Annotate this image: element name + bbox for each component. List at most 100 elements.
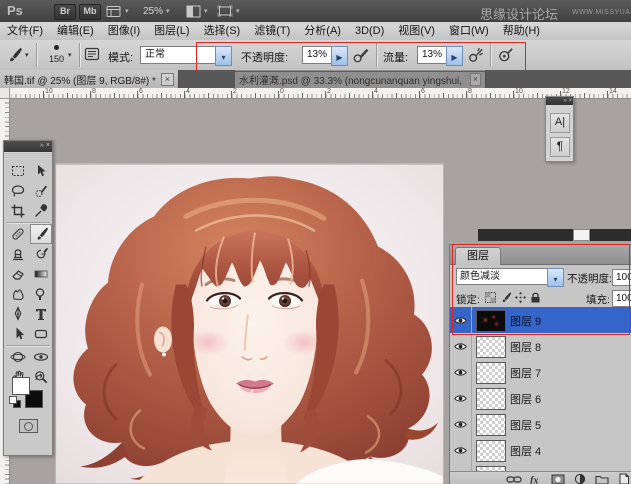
screen-mode-button[interactable]: ▾ — [217, 3, 240, 19]
quick-mask-button[interactable] — [19, 419, 38, 433]
layer-visibility-toggle[interactable] — [450, 385, 472, 411]
tab-layers[interactable]: 图层 — [455, 247, 501, 265]
tool-type[interactable] — [30, 304, 52, 324]
title-bar: Ps Br Mb ▾ 25% ▾ ▾ ▾ 思缘设计论坛 WWW.MISSYUAN… — [0, 0, 631, 23]
layer-row-图层-4[interactable]: 图层 4 — [450, 437, 631, 464]
tool-pen[interactable] — [7, 304, 29, 324]
menu-item-2[interactable]: 编辑(E) — [50, 22, 101, 40]
tool-crop[interactable] — [7, 201, 29, 221]
flow-slider-arrow[interactable]: ▶ — [446, 46, 463, 66]
group-button[interactable] — [594, 473, 610, 484]
layer-thumbnail[interactable] — [476, 388, 506, 410]
tool-eraser[interactable] — [7, 264, 29, 284]
opacity-slider-arrow[interactable]: ▶ — [331, 46, 348, 66]
brush-tool-preset-button[interactable]: ▾ — [5, 45, 33, 65]
new-layer-button[interactable] — [616, 473, 631, 484]
eye-icon — [454, 446, 467, 455]
document-tab-inactive[interactable]: 水利灌溉.psd @ 33.3% (nongcunanquan yingshui… — [235, 70, 486, 88]
menu-item-10[interactable]: 窗口(W) — [442, 22, 496, 40]
blend-mode-select[interactable]: 颜色减淡 — [456, 268, 551, 285]
layer-visibility-toggle[interactable] — [450, 307, 472, 333]
swap-colors-icon[interactable] — [34, 373, 46, 384]
layer-visibility-toggle[interactable] — [450, 437, 472, 463]
tool-history-brush[interactable] — [30, 244, 52, 264]
tool-brush[interactable] — [30, 224, 52, 244]
layer-row-图层-9[interactable]: 图层 9 — [450, 307, 631, 334]
menu-item-1[interactable]: 文件(F) — [0, 22, 50, 40]
layer-row-图层-5[interactable]: 图层 5 — [450, 411, 631, 438]
fill-label: 填充: — [586, 292, 610, 307]
layer-row-图层-6[interactable]: 图层 6 — [450, 385, 631, 412]
horizontal-ruler[interactable]: 10864202468101214 — [0, 88, 631, 99]
paragraph-panel-button[interactable]: ¶ — [550, 137, 570, 157]
watermark-site-url: WWW.MISSYUAN.COM — [572, 9, 631, 16]
layer-style-fx-button[interactable]: fx — [528, 473, 544, 484]
tool-orbit-3d[interactable] — [30, 347, 52, 367]
close-icon[interactable]: × — [161, 73, 174, 86]
gradient-icon — [33, 266, 49, 282]
menu-item-7[interactable]: 分析(A) — [297, 22, 348, 40]
menu-item-9[interactable]: 视图(V) — [391, 22, 442, 40]
document-tab-active[interactable]: 韩国.tif @ 25% (图层 9, RGB/8#) * × — [0, 70, 179, 88]
collapsed-type-panel: » × A| ¶ — [545, 96, 574, 162]
layer-thumbnail[interactable] — [476, 440, 506, 462]
close-icon[interactable]: × — [470, 73, 481, 86]
zoom-level-button[interactable]: 25% ▾ — [143, 3, 170, 19]
tool-rotate-3d[interactable] — [7, 347, 29, 367]
toolbox-panel: » × — [3, 140, 53, 456]
character-panel-button[interactable]: A| — [550, 113, 570, 133]
view-extras-button[interactable]: ▾ — [106, 3, 129, 19]
tablet-opacity-button[interactable] — [352, 46, 370, 69]
menu-item-4[interactable]: 图层(L) — [147, 22, 196, 40]
arrange-documents-button[interactable]: ▾ — [186, 3, 208, 19]
layer-thumbnail[interactable] — [476, 310, 506, 332]
layer-visibility-toggle[interactable] — [450, 359, 472, 385]
tool-healing[interactable] — [7, 224, 29, 244]
move-icon — [33, 163, 49, 179]
link-layers-button[interactable] — [506, 473, 522, 484]
launch-mobile-button[interactable]: Mb — [79, 4, 101, 20]
adjustment-button[interactable] — [572, 473, 588, 484]
layer-visibility-toggle[interactable] — [450, 411, 472, 437]
tool-eyedropper[interactable] — [30, 201, 52, 221]
tablet-flow-button[interactable] — [497, 46, 515, 69]
layer-thumbnail[interactable] — [476, 362, 506, 384]
launch-bridge-button[interactable]: Br — [54, 4, 76, 20]
layers-opacity-input[interactable]: 100% — [612, 269, 631, 286]
tool-rect-marquee[interactable] — [7, 161, 29, 181]
panel-dock-handle[interactable] — [573, 229, 590, 241]
tool-quick-select[interactable] — [30, 181, 52, 201]
blend-mode-arrow[interactable]: ▾ — [547, 268, 564, 287]
toolbox-grip[interactable] — [4, 152, 52, 159]
mode-select[interactable]: 正常 — [140, 46, 220, 64]
brush-preset-picker[interactable]: 150 ▾ — [41, 43, 75, 67]
tool-lasso[interactable] — [7, 181, 29, 201]
toolbox-header[interactable]: » × — [4, 141, 52, 152]
airbrush-button[interactable] — [467, 46, 485, 69]
menu-item-11[interactable]: 帮助(H) — [496, 22, 547, 40]
tool-smudge[interactable] — [7, 284, 29, 304]
fill-input[interactable]: 100% — [612, 290, 631, 307]
layer-thumbnail[interactable] — [476, 336, 506, 358]
foreground-color-swatch[interactable] — [12, 377, 30, 395]
menu-item-8[interactable]: 3D(D) — [348, 22, 391, 40]
layer-thumbnail[interactable] — [476, 414, 506, 436]
layer-row-图层-8[interactable]: 图层 8 — [450, 333, 631, 360]
menu-item-6[interactable]: 滤镜(T) — [247, 22, 297, 40]
add-mask-button[interactable] — [550, 473, 566, 484]
tool-shape[interactable] — [30, 324, 52, 344]
tool-move[interactable] — [30, 161, 52, 181]
tool-clone-stamp[interactable] — [7, 244, 29, 264]
menu-item-5[interactable]: 选择(S) — [197, 22, 248, 40]
mode-select-arrow[interactable]: ▾ — [215, 46, 232, 66]
tool-dodge[interactable] — [30, 284, 52, 304]
tool-gradient[interactable] — [30, 264, 52, 284]
layer-visibility-toggle[interactable] — [450, 333, 472, 359]
toggle-brush-panel-button[interactable] — [84, 46, 102, 67]
menu-item-3[interactable]: 图像(I) — [101, 22, 147, 40]
panel-header[interactable]: » × — [546, 97, 573, 105]
layer-row-图层-7[interactable]: 图层 7 — [450, 359, 631, 386]
tool-path-select[interactable] — [7, 324, 29, 344]
document-canvas-portrait[interactable] — [56, 164, 443, 484]
quick-select-icon — [33, 183, 49, 199]
